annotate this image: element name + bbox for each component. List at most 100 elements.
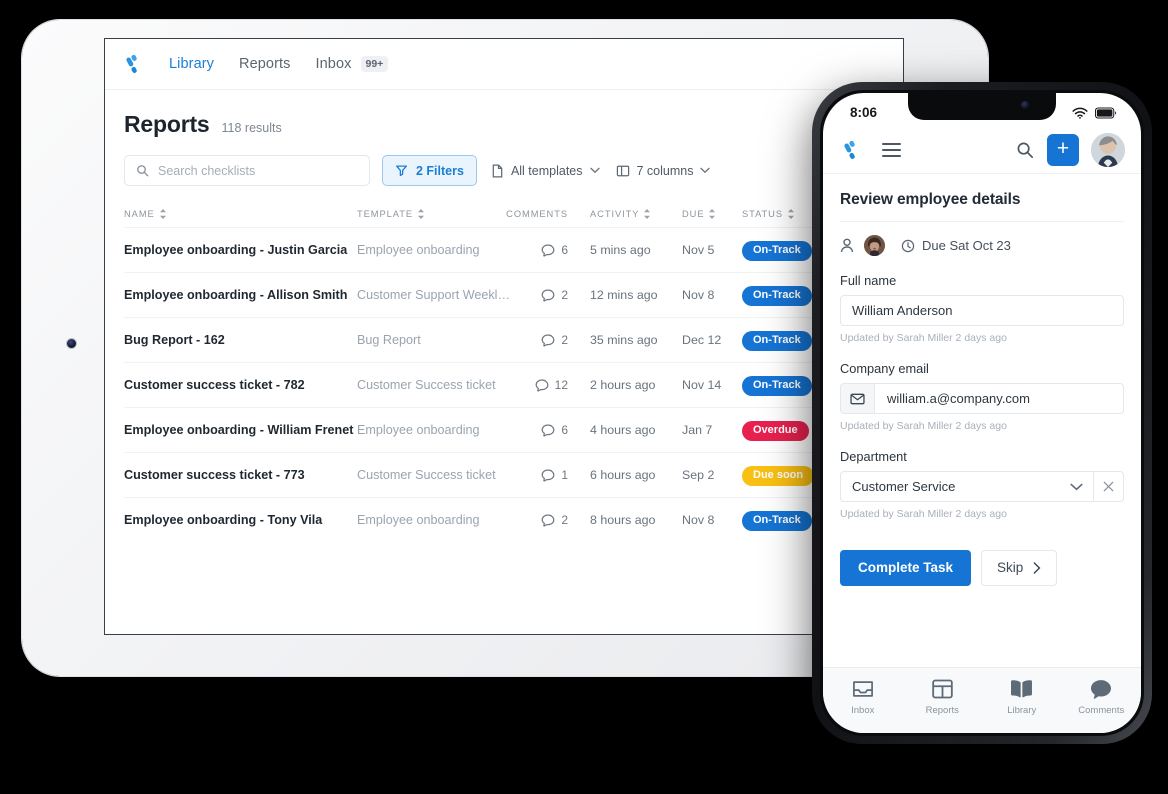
field-full-name-input[interactable]: William Anderson [840,295,1124,326]
columns-icon [616,164,630,178]
tab-inbox[interactable]: Inbox [823,679,903,716]
table-row[interactable]: Employee onboarding - William Frenet Empl… [124,407,881,452]
cell-name[interactable]: Employee onboarding - William Frenet [124,421,357,439]
cell-due: Nov 5 [682,241,742,259]
search-input[interactable]: Search checklists [124,155,370,186]
clear-department-button[interactable] [1093,471,1124,502]
nav-link-reports[interactable]: Reports [239,56,290,72]
screenshot-stage: Library Reports Inbox 99+ Reports 118 re… [0,0,1168,794]
row-due-label: Sep 2 [682,468,715,482]
field-department-value: Customer Service [852,479,956,494]
row-due-label: Nov 8 [682,513,715,527]
status-badge: On-Track [742,330,812,351]
cell-due: Jan 7 [682,421,742,439]
phone-task-content: Review employee details Due Sat Oct 23 F… [823,174,1141,586]
row-template-label: Bug Report [357,333,421,347]
cell-name[interactable]: Customer success ticket - 773 [124,466,357,484]
search-icon[interactable] [1016,141,1034,159]
tablet-nav-links: Library Reports Inbox 99+ [169,56,389,72]
results-count: 118 results [221,121,282,135]
table-row[interactable]: Customer success ticket - 773 Customer Su… [124,452,881,497]
tab-library[interactable]: Library [982,679,1062,716]
tablet-camera-icon [67,339,76,348]
complete-task-button[interactable]: Complete Task [840,550,972,586]
row-due-label: Jan 7 [682,423,713,437]
status-badge: On-Track [742,240,812,261]
column-header-template-label: TEMPLATE [357,208,413,219]
column-header-due[interactable]: DUE [682,208,742,219]
cell-comments[interactable]: 1 [520,468,590,482]
person-icon [840,238,854,253]
column-header-name[interactable]: NAME [124,208,357,219]
cell-activity: 2 hours ago [590,376,682,394]
filters-label: 2 Filters [416,163,464,178]
table-toolbar: Search checklists 2 Filters All template… [124,155,881,186]
column-header-status-label: STATUS [742,208,783,219]
row-name-label: Customer success ticket - 782 [124,378,305,392]
table-row[interactable]: Bug Report - 162 Bug Report 2 35 mins ago De… [124,317,881,362]
nav-link-library[interactable]: Library [169,56,214,72]
filters-button[interactable]: 2 Filters [382,155,477,186]
cell-comments[interactable]: 2 [520,333,590,347]
cell-template: Customer Success ticket [357,376,520,394]
sort-icon [417,208,425,219]
cell-comments[interactable]: 12 [520,378,590,392]
row-template-label: Customer Success ticket [357,468,496,482]
row-comment-count: 12 [554,378,568,392]
cell-name[interactable]: Employee onboarding - Justin Garcia [124,241,357,259]
skip-label: Skip [997,560,1024,575]
cell-activity: 8 hours ago [590,511,682,529]
comment-icon [541,423,555,437]
clock-icon [901,239,915,253]
envelope-icon [841,384,875,413]
field-company-email-input[interactable]: william.a@company.com [840,383,1124,414]
cell-name[interactable]: Employee onboarding - Allison Smith [124,286,357,304]
table-row[interactable]: Employee onboarding - Tony Vila Employee … [124,497,881,542]
cell-name[interactable]: Customer success ticket - 782 [124,376,357,394]
process-street-logo-icon [840,138,864,162]
cell-activity: 12 mins ago [590,286,682,304]
cell-activity: 35 mins ago [590,331,682,349]
sort-icon [643,208,651,219]
cell-comments[interactable]: 2 [520,513,590,527]
row-comment-count: 2 [561,333,568,347]
column-header-activity[interactable]: ACTIVITY [590,208,682,219]
templates-dropdown[interactable]: All templates [489,155,602,186]
status-badge: Due soon [742,465,815,486]
cell-due: Nov 8 [682,286,742,304]
row-name-label: Employee onboarding - Justin Garcia [124,243,348,257]
columns-dropdown[interactable]: 7 columns [614,155,713,186]
row-template-label: Customer Success ticket [357,378,496,392]
cell-comments[interactable]: 2 [520,288,590,302]
cell-name[interactable]: Bug Report - 162 [124,331,357,349]
chevron-down-icon [700,167,711,174]
table-body: Employee onboarding - Justin Garcia Emplo… [124,227,881,542]
field-department-select[interactable]: Customer Service [840,471,1093,502]
cell-comments[interactable]: 6 [520,423,590,437]
user-avatar[interactable] [1091,132,1125,167]
column-header-template[interactable]: TEMPLATE [357,208,520,219]
field-company-email-label: Company email [840,361,929,376]
hamburger-menu-icon[interactable] [882,142,901,157]
tab-comments[interactable]: Comments [1062,679,1142,716]
skip-button[interactable]: Skip [981,550,1058,586]
nav-link-inbox[interactable]: Inbox 99+ [316,56,389,72]
cell-due: Dec 12 [682,331,742,349]
tab-reports[interactable]: Reports [903,679,983,716]
comment-icon [1090,679,1112,699]
add-button[interactable]: + [1047,133,1079,166]
assignee-avatar[interactable] [864,235,885,256]
table-row[interactable]: Employee onboarding - Justin Garcia Emplo… [124,227,881,272]
status-badge: On-Track [742,285,812,306]
table-row[interactable]: Customer success ticket - 782 Customer Su… [124,362,881,407]
table-row[interactable]: Employee onboarding - Allison Smith Custo… [124,272,881,317]
cell-comments[interactable]: 6 [520,243,590,257]
cell-due: Sep 2 [682,466,742,484]
cell-name[interactable]: Employee onboarding - Tony Vila [124,511,357,529]
phone-device: 8:06 + Review employee details Due Sat O… [812,82,1152,744]
row-template-label: Employee onboarding [357,243,480,257]
task-title: Review employee details [840,191,1021,208]
task-meta: Due Sat Oct 23 [840,221,1124,256]
search-placeholder: Search checklists [158,163,256,178]
row-due-label: Nov 8 [682,288,715,302]
